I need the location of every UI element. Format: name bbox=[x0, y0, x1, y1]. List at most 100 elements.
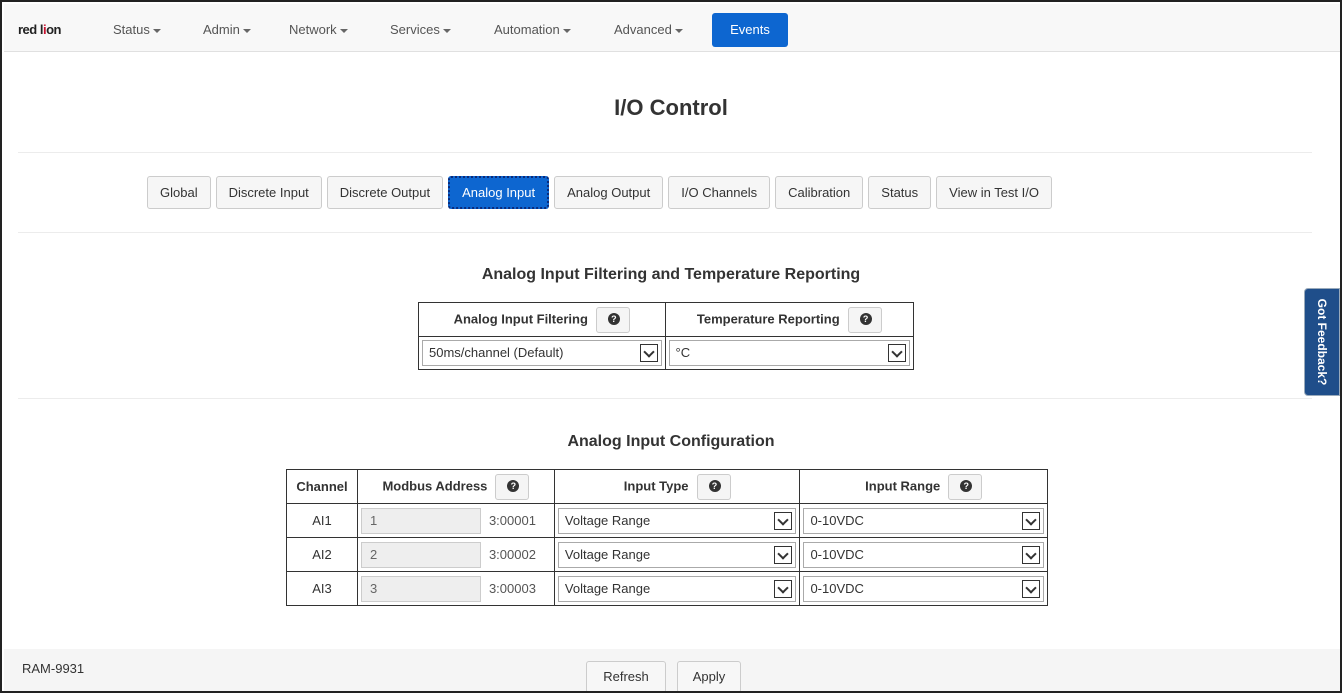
feedback-label: Got Feedback? bbox=[1315, 298, 1329, 386]
filter-header-cell: Analog Input Filtering bbox=[418, 302, 666, 337]
refresh-button[interactable]: Refresh bbox=[586, 661, 666, 691]
caret-down-icon bbox=[339, 28, 348, 33]
tab-io-channels[interactable]: I/O Channels bbox=[668, 176, 771, 209]
modbus-cell: 1 3:00001 bbox=[356, 503, 555, 538]
tab-global[interactable]: Global bbox=[147, 176, 211, 209]
chevron-down-icon bbox=[639, 344, 658, 362]
input-range-value: 0-10VDC bbox=[810, 546, 864, 562]
col-channel: Channel bbox=[286, 469, 358, 504]
modbus-offset-input: 1 bbox=[360, 507, 481, 534]
caret-down-icon bbox=[562, 28, 571, 33]
app-frame: red lion Status Admin Network Services A… bbox=[0, 0, 1342, 693]
modbus-offset-input: 3 bbox=[360, 575, 481, 602]
col-range-label: Input Range bbox=[865, 477, 941, 493]
temp-select-cell: °C bbox=[664, 336, 915, 370]
range-cell: 0-10VDC bbox=[799, 537, 1048, 572]
modbus-address: 3:00003 bbox=[488, 581, 536, 596]
temp-select[interactable]: °C bbox=[668, 340, 910, 366]
config-section-title: Analog Input Configuration bbox=[567, 433, 775, 450]
nav-services-label: Services bbox=[390, 22, 440, 37]
redlion-logo[interactable]: red lion bbox=[18, 22, 61, 37]
nav-network[interactable]: Network bbox=[289, 22, 348, 37]
caret-down-icon bbox=[152, 28, 161, 33]
temp-header-label: Temperature Reporting bbox=[696, 310, 840, 326]
chevron-down-icon bbox=[1022, 579, 1040, 598]
input-type-select[interactable]: Voltage Range bbox=[557, 541, 797, 568]
input-range-select[interactable]: 0-10VDC bbox=[803, 541, 1044, 568]
col-modbus-label: Modbus Address bbox=[382, 477, 488, 493]
tab-view-in-test-io[interactable]: View in Test I/O bbox=[936, 176, 1052, 209]
temp-header-cell: Temperature Reporting bbox=[664, 302, 915, 337]
chevron-down-icon bbox=[1022, 511, 1040, 530]
input-range-select[interactable]: 0-10VDC bbox=[803, 507, 1044, 534]
nav-automation-label: Automation bbox=[494, 22, 560, 37]
input-type-value: Voltage Range bbox=[564, 580, 651, 596]
tab-calibration[interactable]: Calibration bbox=[775, 176, 864, 209]
range-cell: 0-10VDC bbox=[799, 571, 1048, 606]
col-type-label: Input Type bbox=[623, 477, 689, 493]
device-name: RAM-9931 bbox=[22, 661, 85, 676]
input-type-select[interactable]: Voltage Range bbox=[557, 507, 797, 534]
input-type-select[interactable]: Voltage Range bbox=[557, 575, 797, 602]
type-cell: Voltage Range bbox=[553, 503, 801, 538]
help-icon[interactable] bbox=[595, 306, 630, 333]
col-type: Input Type bbox=[553, 469, 801, 504]
feedback-tab[interactable]: Got Feedback? bbox=[1304, 288, 1340, 396]
nav-events[interactable]: Events bbox=[712, 13, 788, 47]
nav-admin[interactable]: Admin bbox=[203, 22, 251, 37]
modbus-offset-input: 2 bbox=[360, 541, 481, 568]
chevron-down-icon bbox=[888, 344, 906, 362]
filter-header-label: Analog Input Filtering bbox=[453, 310, 588, 326]
tab-analog-input[interactable]: Analog Input bbox=[448, 176, 550, 209]
modbus-cell: 3 3:00003 bbox=[356, 571, 555, 606]
channel-cell: AI1 bbox=[286, 503, 358, 538]
caret-down-icon bbox=[674, 28, 683, 33]
help-icon[interactable] bbox=[948, 473, 983, 500]
nav-status[interactable]: Status bbox=[113, 22, 161, 37]
divider bbox=[18, 232, 1312, 233]
tab-discrete-output[interactable]: Discrete Output bbox=[326, 176, 444, 209]
filtering-table: Analog Input Filtering Temperature Repor… bbox=[418, 302, 915, 370]
modbus-address: 3:00001 bbox=[488, 513, 536, 528]
input-type-value: Voltage Range bbox=[564, 512, 651, 528]
modbus-cell: 2 3:00002 bbox=[356, 537, 555, 572]
help-icon[interactable] bbox=[495, 473, 530, 500]
range-cell: 0-10VDC bbox=[799, 503, 1048, 538]
divider bbox=[18, 398, 1312, 399]
table-row: AI2 2 3:00002 Voltage Range 0-10VDC bbox=[286, 537, 1048, 572]
modbus-address: 3:00002 bbox=[488, 547, 536, 562]
apply-button[interactable]: Apply bbox=[677, 661, 741, 691]
filter-select[interactable]: 50ms/channel (Default) bbox=[422, 340, 662, 366]
type-cell: Voltage Range bbox=[553, 537, 801, 572]
logo-text-pre: red l bbox=[18, 22, 43, 37]
nav-advanced[interactable]: Advanced bbox=[614, 22, 683, 37]
chevron-down-icon bbox=[1022, 545, 1040, 564]
input-range-select[interactable]: 0-10VDC bbox=[803, 575, 1044, 602]
type-cell: Voltage Range bbox=[553, 571, 801, 606]
io-tabs: Global Discrete Input Discrete Output An… bbox=[147, 176, 1052, 209]
config-table: Channel Modbus Address Input Type Input … bbox=[286, 469, 1048, 606]
input-range-value: 0-10VDC bbox=[810, 580, 864, 596]
temp-select-value: °C bbox=[675, 345, 691, 360]
input-type-value: Voltage Range bbox=[564, 546, 651, 562]
table-row: AI1 1 3:00001 Voltage Range 0-10VDC bbox=[286, 503, 1048, 538]
help-icon[interactable] bbox=[696, 473, 731, 500]
nav-network-label: Network bbox=[289, 22, 337, 37]
table-row: AI3 3 3:00003 Voltage Range 0-10VDC bbox=[286, 571, 1048, 606]
top-navbar: red lion Status Admin Network Services A… bbox=[4, 4, 1340, 52]
col-range: Input Range bbox=[799, 469, 1048, 504]
help-icon[interactable] bbox=[847, 306, 882, 333]
tab-discrete-input[interactable]: Discrete Input bbox=[215, 176, 322, 209]
caret-down-icon bbox=[442, 28, 451, 33]
tab-status[interactable]: Status bbox=[868, 176, 932, 209]
nav-status-label: Status bbox=[113, 22, 150, 37]
nav-automation[interactable]: Automation bbox=[494, 22, 571, 37]
channel-cell: AI3 bbox=[286, 571, 358, 606]
input-range-value: 0-10VDC bbox=[810, 512, 864, 528]
col-modbus: Modbus Address bbox=[356, 469, 555, 504]
nav-services[interactable]: Services bbox=[390, 22, 451, 37]
page-title: I/O Control bbox=[614, 95, 728, 120]
chevron-down-icon bbox=[774, 545, 793, 564]
filter-select-cell: 50ms/channel (Default) bbox=[418, 336, 666, 370]
tab-analog-output[interactable]: Analog Output bbox=[554, 176, 664, 209]
